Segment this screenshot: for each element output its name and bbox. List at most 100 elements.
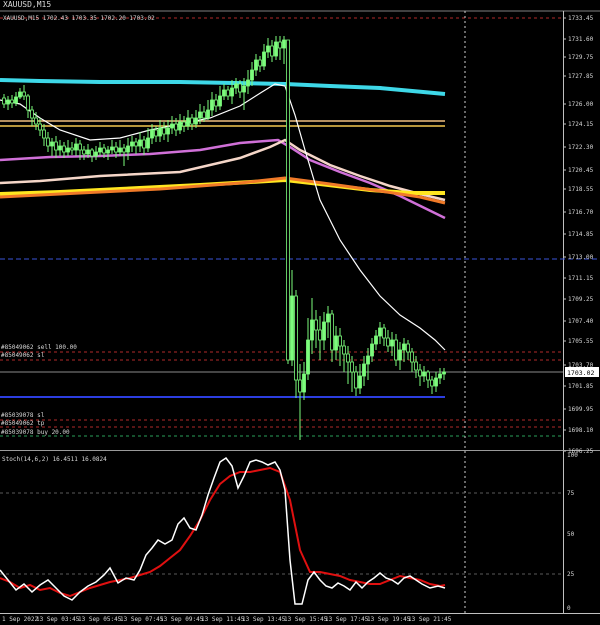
candle-body xyxy=(94,151,98,157)
candle-body xyxy=(358,375,362,389)
candle-body xyxy=(350,361,354,373)
candle-body xyxy=(322,321,326,341)
candle-body xyxy=(78,143,82,151)
candle-body xyxy=(218,95,222,107)
price-tick-label: 1698.10 xyxy=(568,427,594,434)
candle-body xyxy=(262,51,266,67)
time-tick-label: 13 Sep 19:45 xyxy=(367,616,411,623)
price-tick-label: 1726.00 xyxy=(568,101,594,108)
candle-body xyxy=(242,85,246,93)
candle-body xyxy=(278,41,282,49)
candle-body xyxy=(390,339,394,347)
candle-body xyxy=(50,141,54,147)
candle-body xyxy=(386,337,390,347)
time-tick-label: 13 Sep 05:45 xyxy=(78,616,122,623)
candle-body xyxy=(222,89,226,97)
order-label-sell: #85049062 sell 100.00 xyxy=(1,344,77,351)
candle-body xyxy=(138,139,142,147)
candle-body xyxy=(162,127,166,135)
candle-body xyxy=(266,45,270,53)
candle-body xyxy=(122,147,126,153)
candle-body xyxy=(342,345,346,355)
candle-body xyxy=(170,123,174,129)
candle-body xyxy=(214,99,218,107)
candle-body xyxy=(326,313,330,323)
price-tick-label: 1720.45 xyxy=(568,167,594,174)
candle-body xyxy=(82,149,86,155)
candle-body xyxy=(22,91,26,97)
stoch-main-line xyxy=(0,456,446,605)
candle-body xyxy=(398,349,402,361)
current-price-label: 1703.02 xyxy=(567,369,594,377)
candle-body xyxy=(202,111,206,119)
price-tick-label: 1699.95 xyxy=(568,406,594,413)
price-tick-label: 1724.15 xyxy=(568,121,594,128)
order-label-sell-sl: #85049062 sl xyxy=(1,352,45,359)
price-tick-label: 1718.55 xyxy=(568,186,594,193)
price-tick-label: 1701.85 xyxy=(568,383,594,390)
candle-body xyxy=(422,371,426,377)
candle-body xyxy=(66,147,70,153)
candle-body xyxy=(402,343,406,351)
candle-body xyxy=(290,295,294,361)
candle-body xyxy=(378,327,382,337)
candle-body xyxy=(98,147,102,153)
candle-body xyxy=(58,145,62,151)
candle-body xyxy=(118,147,122,153)
candle-body xyxy=(74,143,78,151)
candle-body xyxy=(110,146,114,151)
candle-body xyxy=(86,149,90,155)
candle-body xyxy=(30,109,34,119)
candle-body xyxy=(166,127,170,135)
price-tick-label: 1716.70 xyxy=(568,209,594,216)
ma-white-line xyxy=(0,83,446,351)
order-label-buy-sl: #85039078 sl xyxy=(1,412,45,419)
time-tick-label: 13 Sep 07:45 xyxy=(120,616,164,623)
candle-body xyxy=(6,99,10,105)
candle-body xyxy=(314,319,318,331)
candle-body xyxy=(234,83,238,89)
candle-body xyxy=(270,45,274,57)
candle-body xyxy=(274,41,278,57)
candle-body xyxy=(410,351,414,363)
time-tick-label: 13 Sep 03:45 xyxy=(36,616,80,623)
candle-body xyxy=(226,89,230,97)
candle-body xyxy=(354,371,358,389)
price-tick-label: 1714.85 xyxy=(568,231,594,238)
candle-body xyxy=(430,379,434,387)
price-tick-label: 1733.45 xyxy=(568,15,594,22)
trading-chart-window[interactable]: XAUUSD,M15 #85049062 sell 100.00 #850490… xyxy=(0,0,600,625)
candle-body xyxy=(178,121,182,131)
stoch-signal-line xyxy=(0,466,446,598)
order-label-sell-tp: #85049062 tp xyxy=(1,420,45,427)
candle-body xyxy=(230,87,234,97)
candle-body xyxy=(310,319,314,341)
candle-body xyxy=(2,97,6,105)
candle-body xyxy=(286,39,290,361)
candle-body xyxy=(198,111,202,119)
candle-body xyxy=(114,146,118,153)
candle-body xyxy=(158,127,162,137)
candle-body xyxy=(10,99,14,104)
order-labels: #85049062 sell 100.00 #85049062 sl #8503… xyxy=(1,344,77,436)
candle-body xyxy=(334,335,338,351)
candle-body xyxy=(146,137,150,149)
candle-body xyxy=(90,149,94,157)
time-tick-label: 1 Sep 2022 xyxy=(2,616,39,623)
candle-body xyxy=(246,79,250,87)
chart-canvas[interactable]: #85049062 sell 100.00 #85049062 sl #8503… xyxy=(0,0,600,625)
candle-body xyxy=(366,355,370,365)
candle-body xyxy=(26,95,30,111)
candle-body xyxy=(282,39,286,49)
candle-body xyxy=(174,123,178,131)
price-tick-label: 1707.40 xyxy=(568,318,594,325)
candle-body xyxy=(370,343,374,357)
candle-body xyxy=(154,129,158,137)
candle-body xyxy=(182,121,186,127)
candle-body xyxy=(346,353,350,363)
candle-body xyxy=(106,149,110,154)
price-tick-label: 1722.30 xyxy=(568,144,594,151)
candle-body xyxy=(258,59,262,67)
price-tick-label: 1709.25 xyxy=(568,296,594,303)
candle-body xyxy=(142,139,146,149)
